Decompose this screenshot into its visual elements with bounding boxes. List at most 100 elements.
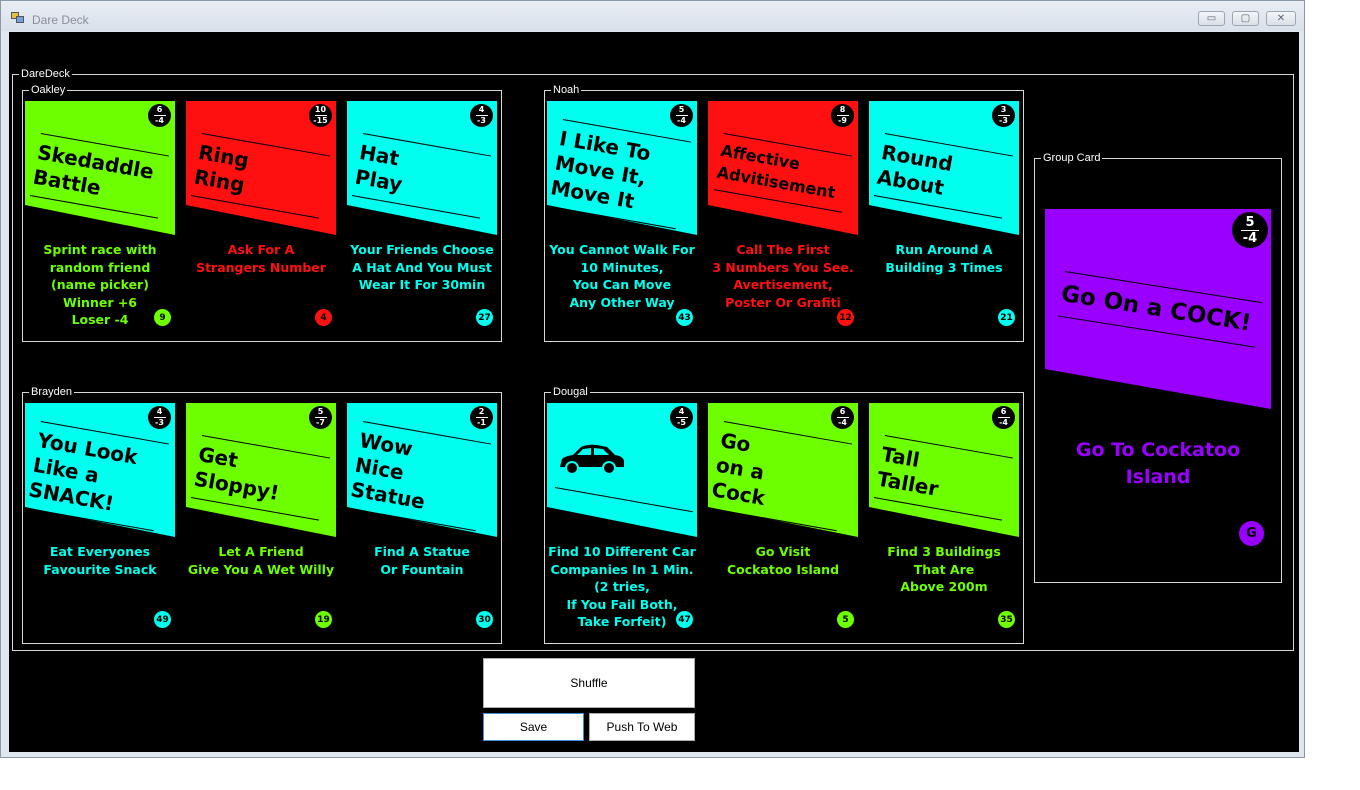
points-badge: 5 -7 bbox=[309, 406, 332, 429]
card-description: Find 10 Different Car Companies In 1 Min… bbox=[548, 544, 696, 629]
card-number: 30 bbox=[476, 611, 493, 628]
points-reward: 4 bbox=[678, 407, 685, 416]
card-description: Let A Friend Give You A Wet Willy bbox=[187, 544, 335, 577]
points-penalty: -3 bbox=[477, 116, 486, 125]
dare-card[interactable]: 4 -5 Find 10 Different Car Companies In 1 … bbox=[547, 403, 697, 635]
main-window: Dare Deck ▭ ▢ ✕ DareDeck Oakley Skedaddle… bbox=[0, 0, 1305, 758]
points-badge: 8 -9 bbox=[831, 104, 854, 127]
group-card-description: Go To Cockatoo Island bbox=[1075, 439, 1241, 488]
player-groupbox-0: Oakley Skedaddle Battle 6 -4 Sprint race wit… bbox=[22, 83, 502, 342]
points-penalty: -3 bbox=[155, 418, 164, 427]
player-name: Oakley bbox=[29, 83, 68, 97]
daredeck-label: DareDeck bbox=[19, 67, 72, 81]
card-description: Ask For A Strangers Number bbox=[196, 242, 326, 275]
player-name: Brayden bbox=[29, 385, 74, 399]
maximize-button[interactable]: ▢ bbox=[1232, 11, 1259, 26]
points-penalty: -4 bbox=[677, 116, 686, 125]
player-groupbox-3: Dougal 4 -5 Find 10 Different Car Companies… bbox=[544, 385, 1024, 644]
app-icon bbox=[11, 12, 25, 24]
push-to-web-button[interactable]: Push To Web bbox=[589, 713, 695, 741]
points-badge: 6 -4 bbox=[831, 406, 854, 429]
points-badge: 10 -15 bbox=[309, 104, 332, 127]
save-button[interactable]: Save bbox=[483, 713, 584, 741]
group-card-points-bottom: -4 bbox=[1242, 230, 1258, 246]
card-description: Go Visit Cockatoo Island bbox=[726, 544, 840, 577]
card-description: Your Friends Choose A Hat And You Must W… bbox=[350, 242, 494, 292]
shuffle-button[interactable]: Shuffle bbox=[483, 658, 695, 708]
points-penalty: -4 bbox=[155, 116, 164, 125]
points-penalty: -5 bbox=[677, 418, 686, 427]
card-description: Run Around A Building 3 Times bbox=[885, 242, 1003, 275]
points-badge: 6 -4 bbox=[148, 104, 171, 127]
dare-card[interactable]: Round About 3 -3 Run Around A Building 3 Ti… bbox=[869, 101, 1019, 333]
card-description: Sprint race with random friend (name pic… bbox=[43, 242, 157, 327]
dare-card[interactable]: You Look Like a SNACK! 4 -3 Eat Everyones F… bbox=[25, 403, 175, 635]
card-number: 27 bbox=[476, 309, 493, 326]
points-penalty: -4 bbox=[838, 418, 847, 427]
points-reward: 10 bbox=[314, 105, 327, 114]
card-description: Find 3 Buildings That Are Above 200m bbox=[887, 544, 1001, 594]
card-number: 4 bbox=[315, 309, 332, 326]
points-badge: 3 -3 bbox=[992, 104, 1015, 127]
card-number: 49 bbox=[154, 611, 171, 628]
points-badge: 2 -1 bbox=[470, 406, 493, 429]
player-name: Noah bbox=[551, 83, 582, 97]
group-card-points-badge: 5 -4 bbox=[1232, 212, 1268, 248]
dare-card[interactable]: Go on a Cock 6 -4 Go Visit Cockatoo Island 5 bbox=[708, 403, 858, 635]
group-card-groupbox: Group Card Go On a COCK! 5 -4 Go To Cock… bbox=[1034, 151, 1282, 583]
points-reward: 2 bbox=[478, 407, 485, 416]
card-number: 19 bbox=[315, 611, 332, 628]
dare-card[interactable]: Affective Advitisement 8 -9 Call The First … bbox=[708, 101, 858, 333]
points-reward: 6 bbox=[156, 105, 163, 114]
card-number: 5 bbox=[837, 611, 854, 628]
card-number: 35 bbox=[998, 611, 1015, 628]
points-badge: 4 -3 bbox=[470, 104, 493, 127]
player-groupbox-1: Noah I Like To Move It, Move It 5 -4 You Can… bbox=[544, 83, 1024, 342]
points-reward: 6 bbox=[839, 407, 846, 416]
points-penalty: -4 bbox=[999, 418, 1008, 427]
card-description: Call The First 3 Numbers You See. Averti… bbox=[712, 242, 854, 310]
group-card[interactable]: Go On a COCK! 5 -4 Go To Cockatoo Island… bbox=[1045, 209, 1271, 569]
card-number: 21 bbox=[998, 309, 1015, 326]
card-number: 9 bbox=[154, 309, 171, 326]
window-title: Dare Deck bbox=[32, 13, 89, 27]
dare-card[interactable]: Skedaddle Battle 6 -4 Sprint race with rand… bbox=[25, 101, 175, 333]
points-badge: 4 -3 bbox=[148, 406, 171, 429]
dare-card[interactable]: Hat Play 4 -3 Your Friends Choose A Hat And… bbox=[347, 101, 497, 333]
client-area: DareDeck Oakley Skedaddle Battle 6 -4 Sprint… bbox=[9, 32, 1299, 752]
card-number: 12 bbox=[837, 309, 854, 326]
minimize-button[interactable]: ▭ bbox=[1198, 11, 1225, 26]
points-reward: 6 bbox=[1000, 407, 1007, 416]
points-reward: 4 bbox=[478, 105, 485, 114]
dare-card[interactable]: Ring Ring 10 -15 Ask For A Strangers Number… bbox=[186, 101, 336, 333]
card-number: 43 bbox=[676, 309, 693, 326]
close-button[interactable]: ✕ bbox=[1266, 11, 1296, 26]
car-icon bbox=[560, 444, 624, 475]
card-number: 47 bbox=[676, 611, 693, 628]
points-penalty: -1 bbox=[477, 418, 486, 427]
points-badge: 6 -4 bbox=[992, 406, 1015, 429]
title-bar[interactable]: Dare Deck ▭ ▢ ✕ bbox=[1, 1, 1304, 31]
card-description: Find A Statue Or Fountain bbox=[374, 544, 470, 577]
points-penalty: -9 bbox=[838, 116, 847, 125]
dare-card[interactable]: I Like To Move It, Move It 5 -4 You Cannot … bbox=[547, 101, 697, 333]
points-badge: 5 -4 bbox=[670, 104, 693, 127]
points-reward: 5 bbox=[678, 105, 685, 114]
points-reward: 3 bbox=[1000, 105, 1007, 114]
dare-card[interactable]: Tall Taller 6 -4 Find 3 Buildings That Are … bbox=[869, 403, 1019, 635]
card-description: You Cannot Walk For 10 Minutes, You Can … bbox=[549, 242, 695, 310]
dare-card[interactable]: Wow Nice Statue 2 -1 Find A Statue Or Fount… bbox=[347, 403, 497, 635]
points-penalty: -15 bbox=[313, 116, 328, 125]
points-reward: 8 bbox=[839, 105, 846, 114]
player-groupbox-2: Brayden You Look Like a SNACK! 4 -3 Eat Ever… bbox=[22, 385, 502, 644]
card-description: Eat Everyones Favourite Snack bbox=[43, 544, 157, 577]
group-card-points-top: 5 bbox=[1245, 214, 1255, 230]
player-name: Dougal bbox=[551, 385, 590, 399]
points-reward: 5 bbox=[317, 407, 324, 416]
points-reward: 4 bbox=[156, 407, 163, 416]
points-penalty: -7 bbox=[316, 418, 325, 427]
group-card-label: Group Card bbox=[1041, 151, 1103, 165]
points-penalty: -3 bbox=[999, 116, 1008, 125]
dare-card[interactable]: Get Sloppy! 5 -7 Let A Friend Give You A We… bbox=[186, 403, 336, 635]
group-card-number: G bbox=[1239, 521, 1264, 546]
